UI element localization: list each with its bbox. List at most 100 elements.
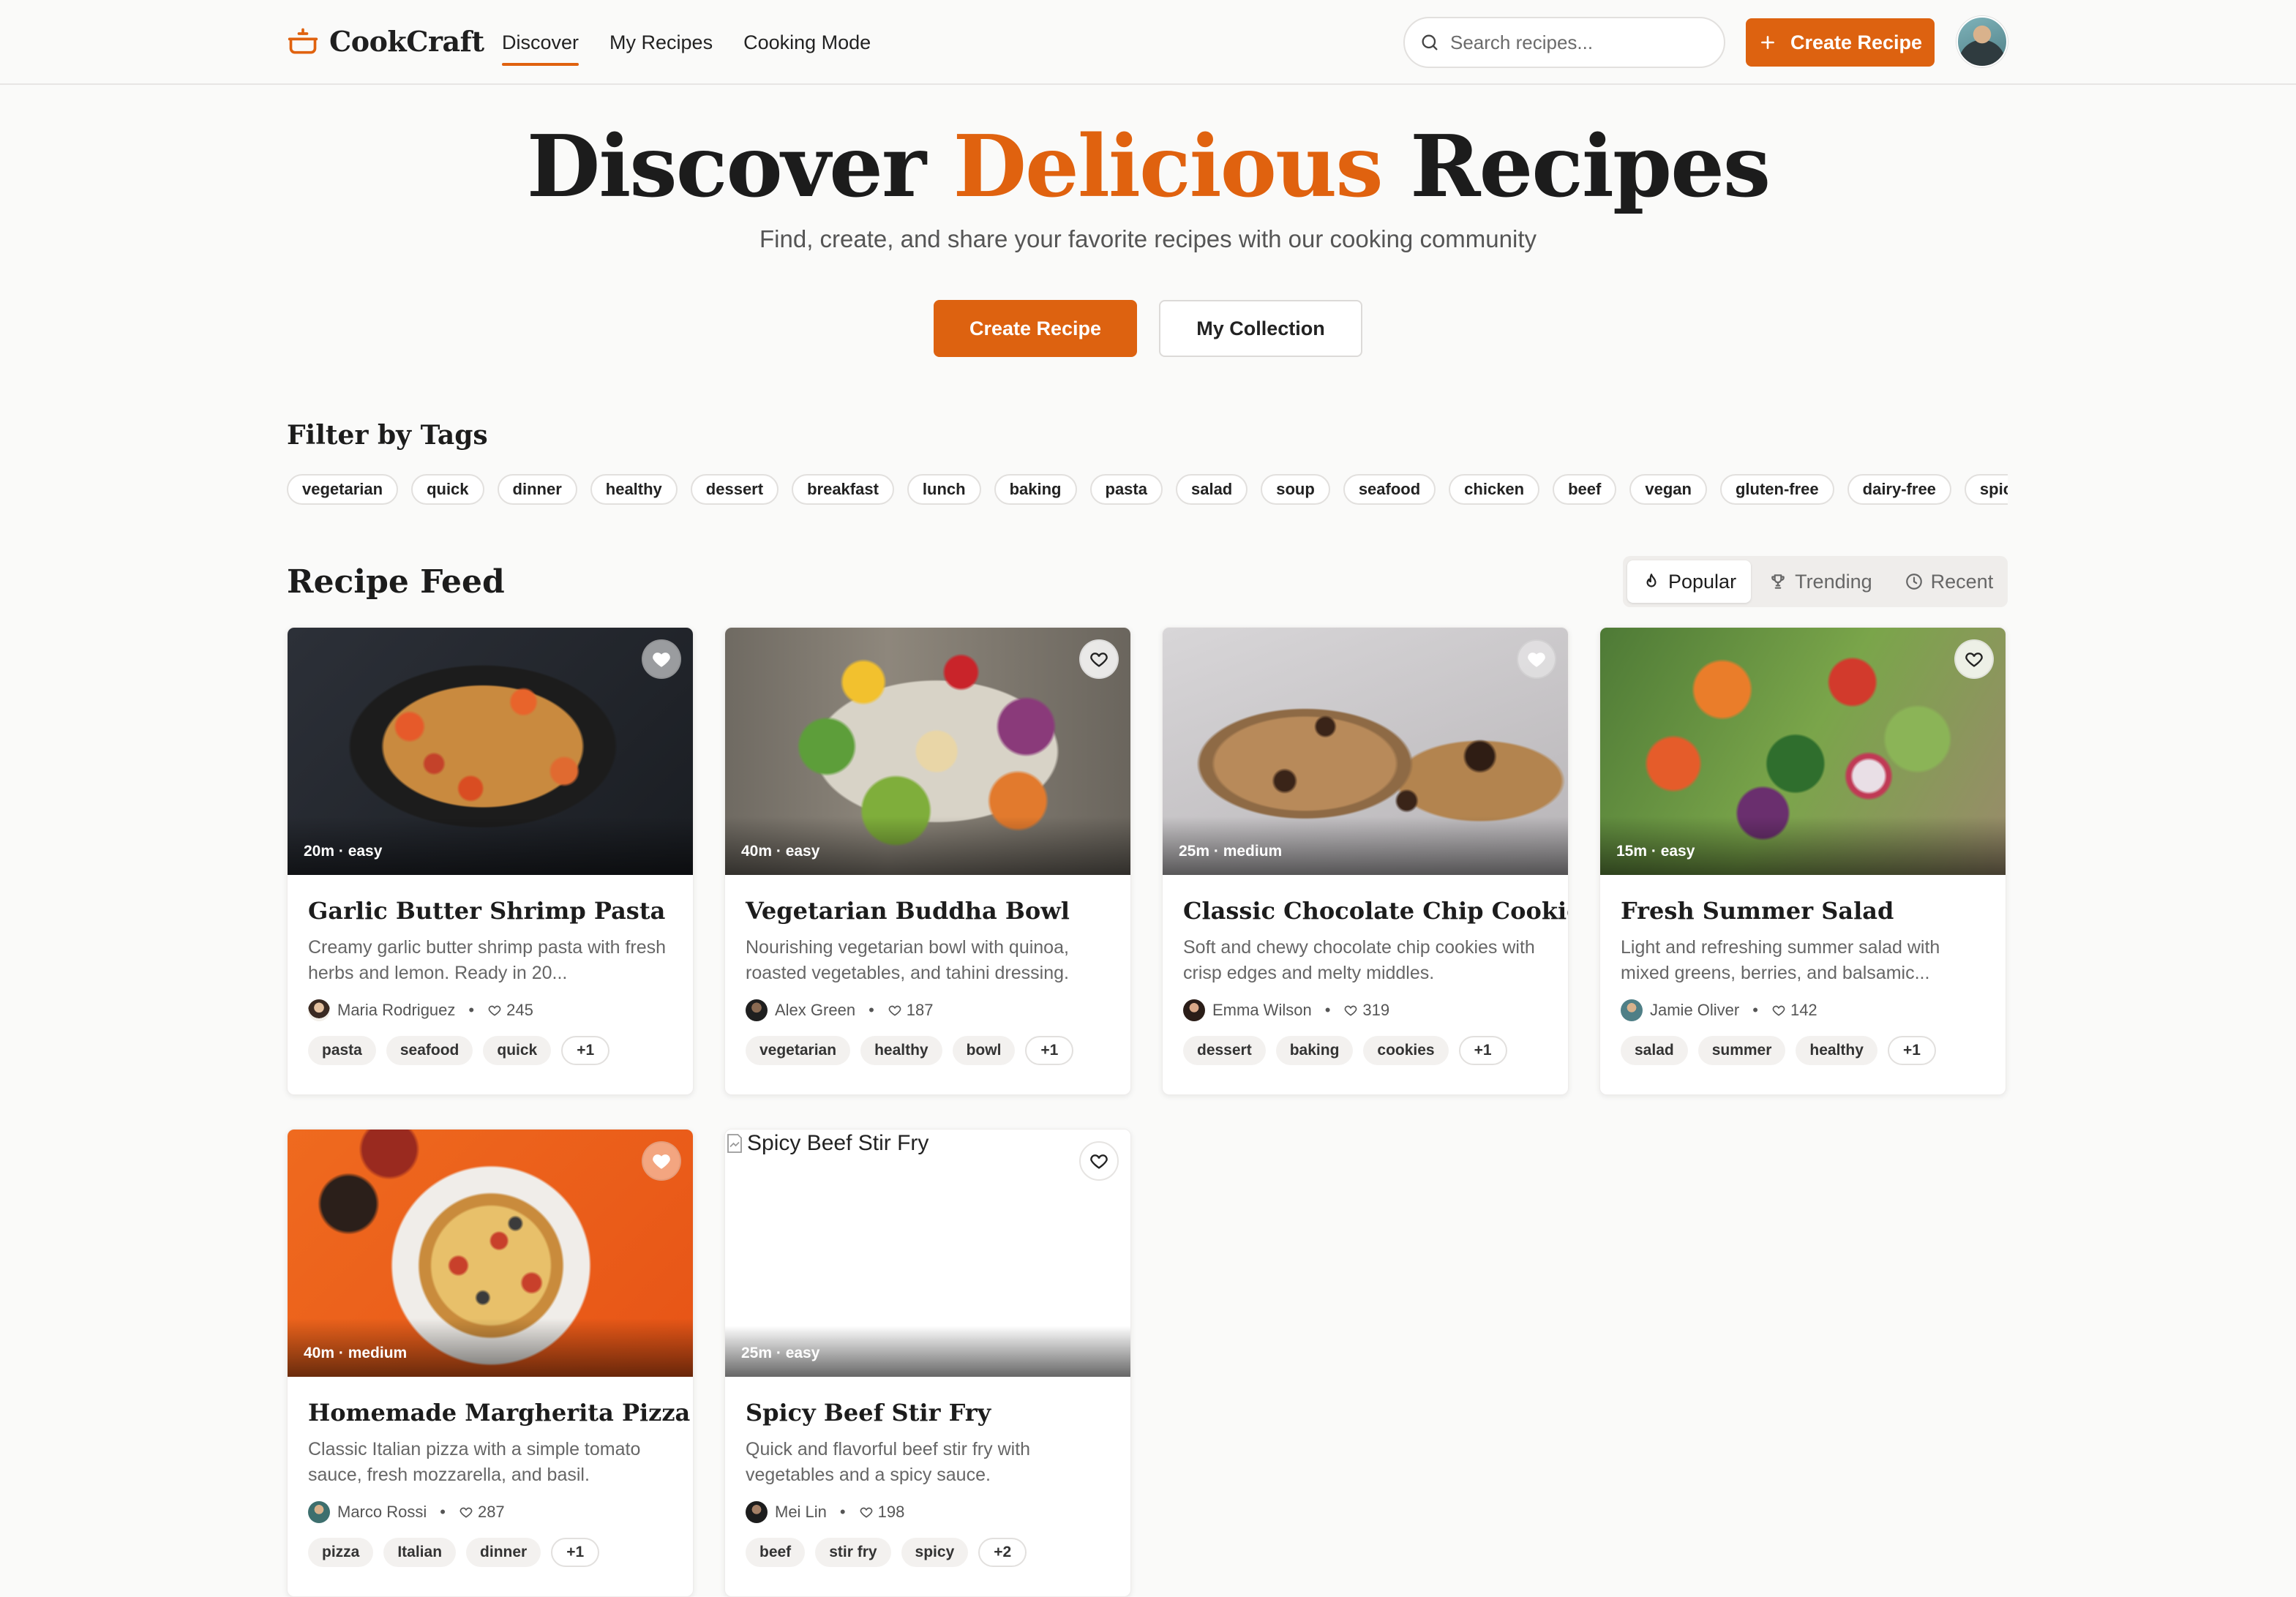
favorite-button[interactable] bbox=[1079, 1141, 1119, 1181]
recipe-tag[interactable]: dinner bbox=[466, 1538, 541, 1567]
tab-cooking-mode[interactable]: Cooking Mode bbox=[743, 0, 871, 85]
recipe-description: Light and refreshing summer salad with m… bbox=[1621, 937, 1940, 983]
recipe-title[interactable]: Homemade Margherita Pizza bbox=[308, 1399, 690, 1427]
recipe-tag[interactable]: healthy bbox=[1796, 1036, 1877, 1065]
recipe-tag[interactable]: baking bbox=[1275, 1036, 1354, 1065]
tag-chicken[interactable]: chicken bbox=[1449, 474, 1540, 505]
tab-my-recipes[interactable]: My Recipes bbox=[609, 0, 713, 85]
recipe-tag[interactable]: pasta bbox=[308, 1036, 376, 1065]
recipe-tag[interactable]: beef bbox=[746, 1538, 806, 1567]
tag-quick[interactable]: quick bbox=[411, 474, 484, 505]
hero-actions: Create Recipe My Collection bbox=[934, 300, 1362, 357]
tag-dessert[interactable]: dessert bbox=[690, 474, 779, 505]
recipe-tag[interactable]: salad bbox=[1621, 1036, 1688, 1065]
recipe-tag[interactable]: bowl bbox=[952, 1036, 1016, 1065]
recipe-tag[interactable]: healthy bbox=[860, 1036, 942, 1065]
recipe-tag[interactable]: pizza bbox=[308, 1538, 374, 1567]
create-recipe-button[interactable]: Create Recipe bbox=[934, 300, 1137, 357]
hero-subtitle: Find, create, and share your favorite re… bbox=[759, 225, 1537, 252]
user-avatar[interactable] bbox=[1957, 16, 2008, 67]
recipe-tag[interactable]: summer bbox=[1697, 1036, 1786, 1065]
recipe-card[interactable]: 40m · medium Homemade Margherita Pizza C… bbox=[287, 1129, 694, 1597]
tag-salad[interactable]: salad bbox=[1175, 474, 1248, 505]
author-name[interactable]: Alex Green bbox=[775, 1001, 855, 1020]
create-recipe-header-button[interactable]: Create Recipe bbox=[1746, 18, 1935, 67]
recipe-title[interactable]: Garlic Butter Shrimp Pasta bbox=[308, 897, 672, 925]
more-tags-badge[interactable]: +1 bbox=[551, 1538, 600, 1567]
search-input[interactable] bbox=[1450, 31, 1714, 54]
tag-dinner[interactable]: dinner bbox=[497, 474, 577, 505]
sort-popular[interactable]: Popular bbox=[1627, 560, 1752, 603]
recipe-description: Quick and flavorful beef stir fry with v… bbox=[746, 1439, 1031, 1485]
tab-discover[interactable]: Discover bbox=[502, 0, 579, 85]
like-count-value: 287 bbox=[477, 1503, 505, 1521]
tag-lunch[interactable]: lunch bbox=[907, 474, 981, 505]
tag-gluten-free[interactable]: gluten-free bbox=[1719, 474, 1834, 505]
tag-vegetarian[interactable]: vegetarian bbox=[287, 474, 399, 505]
tag-breakfast[interactable]: breakfast bbox=[792, 474, 894, 505]
sort-recent[interactable]: Recent bbox=[1890, 560, 2008, 603]
tag-healthy[interactable]: healthy bbox=[590, 474, 678, 505]
recipe-title[interactable]: Vegetarian Buddha Bowl bbox=[746, 897, 1110, 925]
favorite-button[interactable] bbox=[642, 639, 681, 679]
recipe-card[interactable]: 20m · easy Garlic Butter Shrimp Pasta Cr… bbox=[287, 627, 694, 1095]
recipe-tag[interactable]: dessert bbox=[1183, 1036, 1266, 1065]
tag-seafood[interactable]: seafood bbox=[1343, 474, 1436, 505]
author-name[interactable]: Emma Wilson bbox=[1212, 1001, 1312, 1020]
more-tags-badge[interactable]: +1 bbox=[1025, 1036, 1074, 1065]
favorite-button[interactable] bbox=[1079, 639, 1119, 679]
feed-sort-toggle: Popular Trending Recent bbox=[1623, 556, 2008, 607]
like-count: 187 bbox=[888, 1001, 933, 1020]
more-tags-badge[interactable]: +1 bbox=[1887, 1036, 1936, 1065]
recipe-time-difficulty: 40m · medium bbox=[304, 1345, 408, 1361]
heart-outline-icon bbox=[1965, 653, 1983, 667]
like-count: 245 bbox=[487, 1001, 533, 1020]
author-name[interactable]: Mei Lin bbox=[775, 1503, 827, 1522]
recipe-title[interactable]: Classic Chocolate Chip Cookies bbox=[1183, 897, 1568, 925]
sort-trending[interactable]: Trending bbox=[1754, 560, 1887, 603]
tag-beef[interactable]: beef bbox=[1553, 474, 1617, 505]
recipe-title[interactable]: Fresh Summer Salad bbox=[1621, 897, 1985, 925]
recipe-tag[interactable]: stir fry bbox=[815, 1538, 891, 1567]
heart-outline-icon bbox=[888, 1005, 901, 1016]
heart-outline-icon bbox=[1090, 653, 1108, 667]
tag-dairy-free[interactable]: dairy-free bbox=[1847, 474, 1951, 505]
recipe-card[interactable]: 15m · easy Fresh Summer Salad Light and … bbox=[1599, 627, 2006, 1095]
recipe-description: Soft and chewy chocolate chip cookies wi… bbox=[1183, 937, 1535, 983]
recipe-author-row: Emma Wilson • 319 bbox=[1183, 999, 1547, 1021]
recipe-title[interactable]: Spicy Beef Stir Fry bbox=[746, 1399, 1110, 1427]
author-name[interactable]: Marco Rossi bbox=[337, 1503, 427, 1522]
separator-dot: • bbox=[440, 1503, 446, 1521]
tag-spicy[interactable]: spicy bbox=[1964, 474, 2008, 505]
hero-title-part-1: Discover bbox=[526, 117, 953, 217]
more-tags-badge[interactable]: +1 bbox=[561, 1036, 610, 1065]
recipe-tag[interactable]: quick bbox=[483, 1036, 552, 1065]
my-collection-button[interactable]: My Collection bbox=[1159, 300, 1362, 357]
recipe-tag[interactable]: Italian bbox=[383, 1538, 457, 1567]
recipe-tag[interactable]: spicy bbox=[901, 1538, 969, 1567]
tag-pasta[interactable]: pasta bbox=[1089, 474, 1163, 505]
author-avatar bbox=[308, 1501, 330, 1523]
recipe-feed-heading: Recipe Feed bbox=[287, 563, 505, 601]
recipe-tag[interactable]: vegetarian bbox=[746, 1036, 851, 1065]
recipe-card[interactable]: 40m · easy Vegetarian Buddha Bowl Nouris… bbox=[724, 627, 1131, 1095]
recipe-tag[interactable]: cookies bbox=[1363, 1036, 1449, 1065]
tag-soup[interactable]: soup bbox=[1261, 474, 1330, 505]
favorite-button[interactable] bbox=[1517, 639, 1556, 679]
recipe-card[interactable]: Spicy Beef Stir Fry 25m · easy Spicy Bee… bbox=[724, 1129, 1131, 1597]
brand-logo-link[interactable]: CookCraft bbox=[287, 25, 484, 58]
recipe-tags: pasta seafood quick +1 bbox=[308, 1036, 672, 1094]
recipe-card[interactable]: 25m · medium Classic Chocolate Chip Cook… bbox=[1162, 627, 1569, 1095]
favorite-button[interactable] bbox=[642, 1141, 681, 1181]
tag-vegan[interactable]: vegan bbox=[1629, 474, 1707, 505]
more-tags-badge[interactable]: +2 bbox=[978, 1538, 1027, 1567]
author-name[interactable]: Maria Rodriguez bbox=[337, 1001, 455, 1020]
recipe-image-margherita-pizza: 40m · medium bbox=[288, 1130, 693, 1377]
sort-recent-label: Recent bbox=[1930, 570, 1994, 593]
more-tags-badge[interactable]: +1 bbox=[1458, 1036, 1507, 1065]
tag-baking[interactable]: baking bbox=[994, 474, 1077, 505]
heart-icon bbox=[653, 1154, 670, 1169]
recipe-tag[interactable]: seafood bbox=[386, 1036, 473, 1065]
favorite-button[interactable] bbox=[1954, 639, 1994, 679]
author-name[interactable]: Jamie Oliver bbox=[1650, 1001, 1739, 1020]
